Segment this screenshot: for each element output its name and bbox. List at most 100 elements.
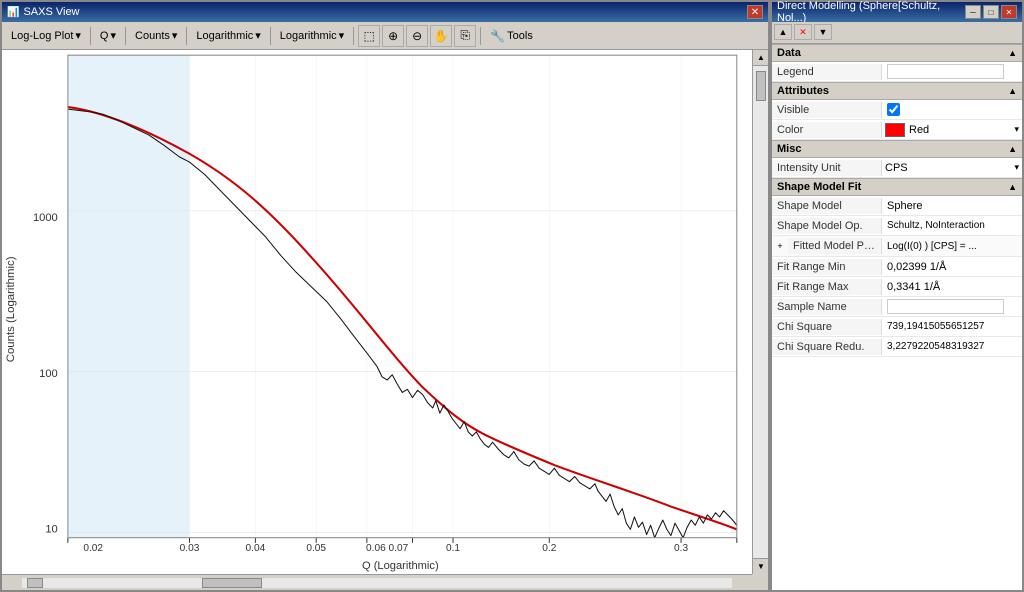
attributes-section-header: Attributes ▲ <box>772 82 1022 100</box>
svg-text:0.05: 0.05 <box>306 543 326 554</box>
color-swatch[interactable] <box>885 123 905 137</box>
hscroll-track[interactable] <box>2 574 752 590</box>
counts-dropdown-btn[interactable]: Counts ▾ <box>130 26 182 45</box>
hscroll-inner[interactable] <box>22 578 732 588</box>
chi-square-row: Chi Square 739,19415055651257 <box>772 317 1022 337</box>
intensity-unit-label: Intensity Unit <box>772 160 882 176</box>
hscroll-thumb[interactable] <box>202 578 262 588</box>
fitted-model-value: Log(I(0) ) [CPS] = ... <box>882 239 1022 254</box>
shape-model-fit-label: Shape Model Fit <box>777 181 861 193</box>
saxs-title: SAXS View <box>23 6 79 18</box>
shape-model-label: Shape Model <box>772 198 882 214</box>
svg-text:0.3: 0.3 <box>674 543 688 554</box>
pan-btn[interactable]: ✋ <box>430 25 452 47</box>
log1-dropdown-icon: ▾ <box>255 29 261 42</box>
attributes-section-icon: ▲ <box>1008 86 1017 96</box>
shape-model-value: Sphere <box>882 198 1022 214</box>
zoom-in-btn[interactable]: ⊕ <box>382 25 404 47</box>
fitted-model-label: Fitted Model Par. <box>788 238 882 254</box>
right-toolbar: ▲ ✕ ▼ <box>772 22 1022 44</box>
sample-name-row: Sample Name <box>772 297 1022 317</box>
chi-square-red-value: 3,2279220548319327 <box>882 339 1022 354</box>
fit-range-min-row: Fit Range Min 0,02399 1/Å <box>772 257 1022 277</box>
color-text: Red <box>909 124 929 136</box>
sample-name-label: Sample Name <box>772 299 882 315</box>
svg-text:10: 10 <box>45 523 57 535</box>
visible-value <box>882 101 1022 118</box>
fit-range-max-label: Fit Range Max <box>772 279 882 295</box>
scroll-up-btn[interactable]: ▲ <box>753 50 768 66</box>
q-dropdown-btn[interactable]: Q ▾ <box>95 26 121 45</box>
sep3 <box>186 27 187 45</box>
fitted-model-expand[interactable]: + <box>772 236 788 256</box>
right-minimize-btn[interactable]: ─ <box>965 5 981 19</box>
color-label: Color <box>772 122 882 138</box>
right-maximize-btn[interactable]: □ <box>983 5 999 19</box>
data-section-icon: ▲ <box>1008 48 1017 58</box>
logarithmic2-btn[interactable]: Logarithmic ▾ <box>275 26 349 45</box>
right-up-btn[interactable]: ▲ <box>774 24 792 40</box>
legend-value[interactable] <box>882 62 1022 81</box>
intensity-dropdown-icon[interactable]: ▾ <box>1014 162 1019 173</box>
right-close-btn[interactable]: ✕ <box>1001 5 1017 19</box>
svg-text:Counts (Logarithmic): Counts (Logarithmic) <box>5 256 17 362</box>
color-value: Red ▾ <box>882 121 1022 139</box>
chi-square-red-row: Chi Square Redu. 3,2279220548319327 <box>772 337 1022 357</box>
sample-name-input[interactable] <box>887 299 1004 314</box>
sample-name-value[interactable] <box>882 297 1022 316</box>
saxs-panel: 📊 SAXS View ✕ Log-Log Plot ▾ Q ▾ <box>0 0 770 592</box>
shape-model-op-label: Shape Model Op. <box>772 218 882 234</box>
svg-text:0.06 0.07: 0.06 0.07 <box>366 543 409 554</box>
chart-vscroll[interactable]: ▲ ▼ <box>752 50 768 574</box>
legend-input[interactable] <box>887 64 1004 79</box>
attributes-section-label: Attributes <box>777 85 829 97</box>
zoom-out-btn[interactable]: ⊖ <box>406 25 428 47</box>
chart-svg: 10 100 1000 0.02 0.03 0.04 0.05 0.06 0.0… <box>2 50 752 574</box>
shape-model-op-row: Shape Model Op. Schultz, NoInteraction <box>772 216 1022 236</box>
hscroll-left-btn[interactable] <box>27 578 43 588</box>
fit-range-min-label: Fit Range Min <box>772 259 882 275</box>
log-log-dropdown-icon: ▾ <box>75 29 81 42</box>
log-log-plot-btn[interactable]: Log-Log Plot ▾ <box>6 26 86 45</box>
svg-text:100: 100 <box>39 368 58 380</box>
chi-square-red-label: Chi Square Redu. <box>772 339 882 355</box>
data-section-label: Data <box>777 47 801 59</box>
legend-label: Legend <box>772 64 882 80</box>
vscroll-thumb[interactable] <box>756 71 766 101</box>
chart-main[interactable]: 10 100 1000 0.02 0.03 0.04 0.05 0.06 0.0… <box>2 50 752 574</box>
svg-text:Q (Logarithmic): Q (Logarithmic) <box>362 560 439 572</box>
misc-section-header: Misc ▲ <box>772 140 1022 158</box>
color-dropdown-icon[interactable]: ▾ <box>1014 124 1019 135</box>
saxs-close-btn[interactable]: ✕ <box>747 5 763 19</box>
intensity-unit-row: Intensity Unit CPS ▾ <box>772 158 1022 178</box>
shape-model-row: Shape Model Sphere <box>772 196 1022 216</box>
fit-range-min-value: 0,02399 1/Å <box>882 259 1022 275</box>
intensity-unit-text: CPS <box>885 162 908 174</box>
log2-dropdown-icon: ▾ <box>339 29 345 42</box>
fit-range-max-value: 0,3341 1/Å <box>882 279 1022 295</box>
visible-checkbox[interactable] <box>887 103 900 116</box>
right-title-bar: Direct Modelling (Sphere[Schultz, Nol...… <box>772 2 1022 22</box>
copy-btn[interactable]: ⎘ <box>454 25 476 47</box>
tools-btn[interactable]: 🔧 Tools <box>485 26 538 46</box>
color-row: Color Red ▾ <box>772 120 1022 140</box>
vscroll-track[interactable] <box>753 66 768 558</box>
chart-area: 10 100 1000 0.02 0.03 0.04 0.05 0.06 0.0… <box>2 50 768 574</box>
sep1 <box>90 27 91 45</box>
select-tool-btn[interactable]: ⬚ <box>358 25 380 47</box>
logarithmic1-btn[interactable]: Logarithmic ▾ <box>191 26 265 45</box>
svg-text:0.1: 0.1 <box>446 543 460 554</box>
shape-model-fit-header: Shape Model Fit ▲ <box>772 178 1022 196</box>
svg-text:0.03: 0.03 <box>180 543 200 554</box>
visible-label: Visible <box>772 102 882 118</box>
intensity-unit-value: CPS ▾ <box>882 160 1022 176</box>
scroll-down-btn[interactable]: ▼ <box>753 558 768 574</box>
svg-text:0.2: 0.2 <box>542 543 556 554</box>
right-down-btn[interactable]: ▼ <box>814 24 832 40</box>
svg-text:1000: 1000 <box>33 212 58 224</box>
fit-range-max-row: Fit Range Max 0,3341 1/Å <box>772 277 1022 297</box>
right-close2-btn[interactable]: ✕ <box>794 24 812 40</box>
data-section-header: Data ▲ <box>772 44 1022 62</box>
chi-square-value: 739,19415055651257 <box>882 319 1022 334</box>
hscroll-row <box>2 574 768 590</box>
